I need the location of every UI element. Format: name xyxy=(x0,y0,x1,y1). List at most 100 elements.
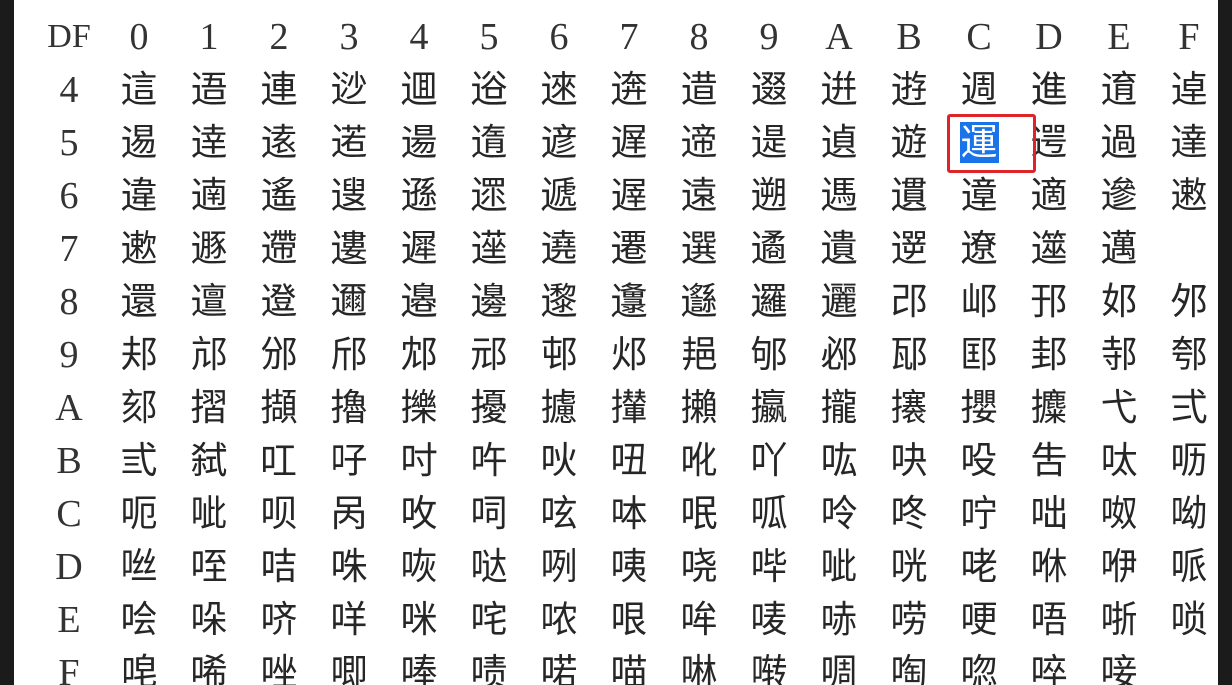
character-cell[interactable]: 呟 xyxy=(524,487,594,540)
character-cell[interactable]: 還 xyxy=(104,275,174,328)
character-cell[interactable]: 叿 xyxy=(244,434,314,487)
character-cell[interactable]: 逷 xyxy=(104,116,174,169)
character-cell[interactable]: 適 xyxy=(1014,169,1084,222)
character-cell[interactable]: 弍 xyxy=(1154,381,1218,434)
character-cell[interactable]: 邉 xyxy=(384,275,454,328)
character-cell[interactable]: 達 xyxy=(1154,116,1218,169)
character-cell[interactable]: 邌 xyxy=(524,275,594,328)
character-cell[interactable]: 啭 xyxy=(734,646,804,685)
character-cell[interactable]: 邠 xyxy=(244,328,314,381)
character-cell[interactable]: 郀 xyxy=(1154,328,1218,381)
character-cell[interactable]: 呖 xyxy=(1154,434,1218,487)
character-cell[interactable]: 咄 xyxy=(1014,487,1084,540)
character-cell[interactable]: 擽 xyxy=(384,381,454,434)
character-cell[interactable]: 哙 xyxy=(104,593,174,646)
character-cell[interactable]: 攆 xyxy=(594,381,664,434)
character-cell[interactable]: 遾 xyxy=(1014,222,1084,275)
character-cell[interactable]: 邩 xyxy=(594,328,664,381)
character-cell[interactable]: 遦 xyxy=(874,169,944,222)
character-cell[interactable]: 遬 xyxy=(104,222,174,275)
character-cell[interactable]: 邨 xyxy=(524,328,594,381)
character-cell[interactable]: 哌 xyxy=(1154,540,1218,593)
character-cell[interactable]: 遚 xyxy=(314,169,384,222)
character-cell[interactable]: 邘 xyxy=(1014,275,1084,328)
character-cell[interactable]: 逰 xyxy=(874,63,944,116)
character-cell[interactable]: 哝 xyxy=(524,593,594,646)
character-cell[interactable]: 弋 xyxy=(1084,381,1154,434)
character-cell[interactable]: 唛 xyxy=(734,593,804,646)
character-cell[interactable]: 遷 xyxy=(594,222,664,275)
character-cell[interactable]: 遆 xyxy=(664,116,734,169)
character-cell[interactable]: 擷 xyxy=(244,381,314,434)
character-cell[interactable]: 喵 xyxy=(594,646,664,685)
character-cell[interactable]: 咥 xyxy=(174,540,244,593)
character-cell[interactable]: 唣 xyxy=(104,646,174,685)
character-cell[interactable]: 哏 xyxy=(594,593,664,646)
character-cell[interactable]: 吖 xyxy=(734,434,804,487)
character-cell[interactable]: 邐 xyxy=(804,275,874,328)
character-cell[interactable]: 邷 xyxy=(874,328,944,381)
character-cell[interactable]: 遠 xyxy=(664,169,734,222)
character-cell[interactable]: 邔 xyxy=(874,275,944,328)
character-cell[interactable]: 唏 xyxy=(174,646,244,685)
character-cell[interactable]: 邁 xyxy=(1084,222,1154,275)
selected-character-cell[interactable]: 運 xyxy=(944,114,1036,173)
character-cell[interactable]: 唪 xyxy=(384,646,454,685)
character-cell[interactable]: 選 xyxy=(664,222,734,275)
character-cell[interactable]: 咭 xyxy=(244,540,314,593)
character-cell[interactable]: 遖 xyxy=(174,169,244,222)
character-cell[interactable]: 呞 xyxy=(454,487,524,540)
character-cell[interactable]: 遪 xyxy=(1084,169,1154,222)
character-cell[interactable]: 哧 xyxy=(804,593,874,646)
character-cell[interactable]: 攗 xyxy=(1014,381,1084,434)
character-cell[interactable]: 咩 xyxy=(314,593,384,646)
character-cell[interactable]: 吪 xyxy=(664,434,734,487)
character-cell[interactable]: 攐 xyxy=(874,381,944,434)
character-cell[interactable]: 呃 xyxy=(104,487,174,540)
character-cell[interactable]: 呔 xyxy=(1084,434,1154,487)
character-cell[interactable]: 唿 xyxy=(944,646,1014,685)
character-cell[interactable]: 咝 xyxy=(104,540,174,593)
character-cell[interactable]: 呚 xyxy=(384,487,454,540)
character-cell[interactable]: 吺 xyxy=(944,434,1014,487)
character-cell[interactable]: 逩 xyxy=(594,63,664,116)
character-cell[interactable]: 呲 xyxy=(174,487,244,540)
character-cell[interactable]: 遟 xyxy=(594,169,664,222)
character-cell[interactable]: 遧 xyxy=(944,169,1014,222)
character-cell[interactable]: 咴 xyxy=(384,540,454,593)
character-cell[interactable]: 咣 xyxy=(874,540,944,593)
character-cell[interactable]: 邊 xyxy=(454,275,524,328)
character-cell[interactable]: 遯 xyxy=(174,222,244,275)
character-cell[interactable]: 吰 xyxy=(804,434,874,487)
character-cell[interactable]: 哜 xyxy=(244,593,314,646)
character-cell[interactable]: 過 xyxy=(1084,116,1154,169)
character-cell[interactable]: 唢 xyxy=(1154,593,1218,646)
character-cell[interactable]: 遺 xyxy=(804,222,874,275)
character-cell[interactable]: 逽 xyxy=(314,116,384,169)
character-cell[interactable]: 攍 xyxy=(734,381,804,434)
character-cell[interactable]: 呶 xyxy=(1084,487,1154,540)
character-cell[interactable]: 咧 xyxy=(524,540,594,593)
character-cell[interactable]: 邜 xyxy=(1154,275,1218,328)
character-cell[interactable]: 呙 xyxy=(314,487,384,540)
character-cell[interactable]: 逨 xyxy=(524,63,594,116)
character-cell[interactable]: 邍 xyxy=(594,275,664,328)
character-cell[interactable]: 摺 xyxy=(174,381,244,434)
character-cell[interactable]: 郂 xyxy=(104,381,174,434)
character-cell[interactable]: 逤 xyxy=(314,63,384,116)
character-cell[interactable]: 遞 xyxy=(524,169,594,222)
character-cell[interactable]: 啕 xyxy=(874,646,944,685)
character-cell[interactable]: 邭 xyxy=(734,328,804,381)
character-cell[interactable]: 啉 xyxy=(664,646,734,685)
character-cell[interactable]: 呲 xyxy=(804,540,874,593)
character-cell[interactable]: 吜 xyxy=(594,434,664,487)
character-cell[interactable]: 邇 xyxy=(314,275,384,328)
character-cell[interactable]: 咤 xyxy=(454,593,524,646)
character-cell[interactable]: 遜 xyxy=(384,169,454,222)
character-cell[interactable]: 咚 xyxy=(874,487,944,540)
character-cell[interactable]: 邲 xyxy=(804,328,874,381)
character-cell[interactable]: 吘 xyxy=(454,434,524,487)
character-cell[interactable]: 唼 xyxy=(1084,646,1154,685)
character-cell[interactable]: 邿 xyxy=(1084,328,1154,381)
character-cell[interactable]: 這 xyxy=(104,63,174,116)
